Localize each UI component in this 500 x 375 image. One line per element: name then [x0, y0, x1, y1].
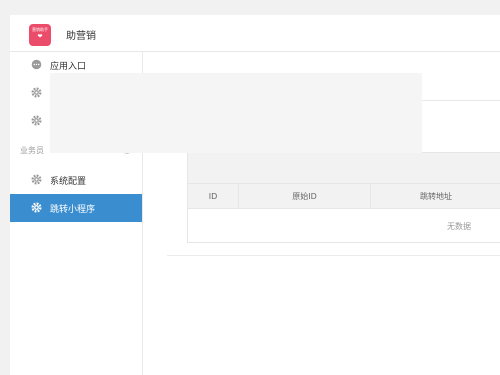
- chat-icon: [31, 59, 42, 70]
- app-name: 助营销: [66, 31, 96, 42]
- app-logo[interactable]: 营销助手 ❤: [29, 24, 51, 46]
- window-top-margin: [0, 0, 500, 15]
- sidebar-item-miniprogram-redirect[interactable]: 跳转小程序: [10, 194, 142, 222]
- sidebar-section-title: 业务员: [20, 146, 44, 155]
- gear-icon: [31, 202, 42, 213]
- column-header-original-id[interactable]: 原始ID: [239, 184, 371, 209]
- app-header: 营销助手 ❤ 助营销: [10, 15, 500, 52]
- gear-icon: [31, 87, 42, 98]
- gear-icon: [31, 174, 42, 185]
- table-header: ID 原始ID 跳转地址: [188, 184, 500, 209]
- empty-state-text: 无数据: [447, 222, 471, 231]
- column-header-redirect-url[interactable]: 跳转地址: [371, 184, 500, 209]
- sidebar-item-system-config[interactable]: 系统配置: [10, 169, 142, 191]
- sidebar-item-label: 应用入口: [50, 62, 87, 72]
- data-table: ID 原始ID 跳转地址 无数据: [187, 152, 500, 243]
- heart-icon: ❤: [37, 33, 43, 40]
- divider: [167, 255, 500, 256]
- window-left-margin: [0, 15, 10, 375]
- table-toolbar: [188, 153, 500, 184]
- sidebar-item-label: 跳转小程序: [50, 205, 96, 215]
- logo-text: 营销助手: [32, 27, 48, 32]
- column-header-id[interactable]: ID: [188, 184, 239, 209]
- gear-icon: [31, 115, 42, 126]
- sidebar-item-label: 系统配置: [50, 177, 87, 187]
- loading-overlay: [50, 73, 422, 153]
